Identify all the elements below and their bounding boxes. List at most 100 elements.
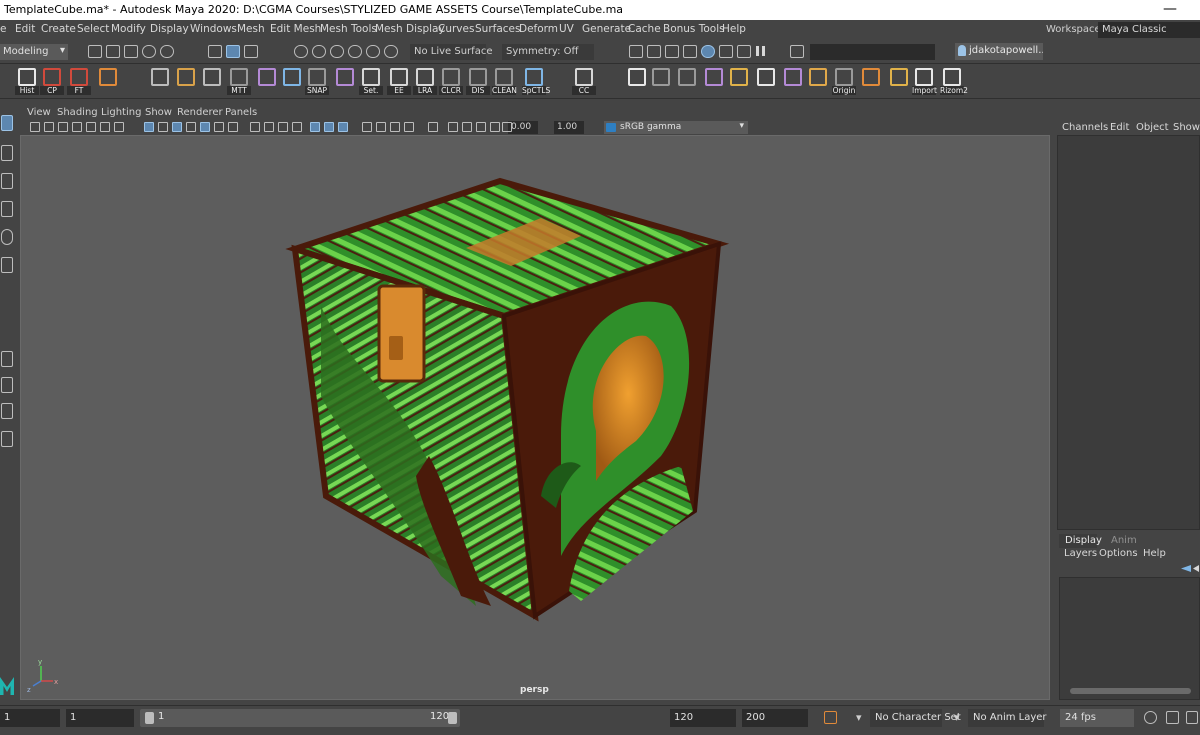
channel-box-menu-edit[interactable]: Edit (1110, 122, 1129, 133)
panel-tool-icon[interactable] (390, 122, 400, 132)
two-pane-layout-icon[interactable] (1, 403, 13, 419)
panel-tool-icon[interactable] (448, 122, 458, 132)
channel-box-menu-channels[interactable]: Channels (1062, 122, 1108, 133)
menu-file[interactable]: e (0, 23, 6, 35)
panel-tool-icon[interactable] (186, 122, 196, 132)
shelf-button-cc[interactable]: CC (572, 67, 596, 95)
panel-tool-icon[interactable] (476, 122, 486, 132)
chevron-down-icon[interactable]: ▾ (856, 711, 862, 724)
shelf-button-pencil[interactable] (174, 67, 198, 95)
select-hierarchy-icon[interactable] (208, 45, 222, 58)
panel-tool-icon[interactable] (490, 122, 500, 132)
lasso-tool-icon[interactable] (1, 145, 13, 161)
panel-tool-icon[interactable] (310, 122, 320, 132)
shelf-button-grid[interactable] (148, 67, 172, 95)
select-object-icon[interactable] (226, 45, 240, 58)
menu-modify[interactable]: Modify (111, 23, 146, 35)
panel-tool-icon[interactable] (228, 122, 238, 132)
panel-tool-icon[interactable] (172, 122, 182, 132)
render-setup-icon[interactable] (719, 45, 733, 58)
new-scene-icon[interactable] (88, 45, 102, 58)
menu-generate[interactable]: Generate (582, 23, 631, 35)
single-pane-layout-icon[interactable] (1, 351, 13, 367)
pause-icon[interactable] (754, 45, 768, 58)
shelf-button-mtt[interactable]: MTT (227, 67, 251, 95)
panel-tool-icon[interactable] (30, 122, 40, 132)
gamma-field[interactable]: 1.00 (554, 121, 584, 134)
snap-curve-icon[interactable] (312, 45, 326, 58)
shelf-button-hist[interactable]: Hist (15, 67, 39, 95)
render-settings-icon[interactable] (683, 45, 697, 58)
chevron-down-icon[interactable]: ▾ (954, 711, 960, 724)
horizontal-scrollbar[interactable] (1070, 688, 1191, 694)
shelf-button-clean[interactable]: CLEAN (492, 67, 517, 95)
textured-cube[interactable] (285, 177, 730, 622)
channel-box-menu-show[interactable]: Show (1173, 122, 1200, 133)
rotate-tool-icon[interactable] (1, 229, 13, 245)
shelf-button-uv-layout[interactable] (806, 67, 830, 95)
input-field-mode-icon[interactable] (790, 45, 804, 58)
anim-end-field[interactable]: 200 (742, 709, 808, 727)
menu-mesh-tools[interactable]: Mesh Tools (320, 23, 377, 35)
panel-tool-icon[interactable] (502, 122, 512, 132)
tab-display[interactable]: Display (1059, 534, 1102, 548)
shelf-button-diamond[interactable] (727, 67, 751, 95)
color-space-select[interactable]: sRGB gamma ▾ (604, 121, 748, 134)
panel-tool-icon[interactable] (338, 122, 348, 132)
shelf-button-edge[interactable] (255, 67, 279, 95)
anim-layer-select[interactable]: No Anim Layer (968, 709, 1047, 727)
shelf-button-blocks[interactable] (96, 67, 120, 95)
outliner-layout-icon[interactable] (1, 431, 13, 447)
panel-tool-icon[interactable] (214, 122, 224, 132)
shelf-button-spctls[interactable]: SpCTLS (522, 67, 550, 95)
range-end-field[interactable]: 120 (670, 709, 736, 727)
menu-select[interactable]: Select (77, 23, 109, 35)
shelf-button-asterisk[interactable] (280, 67, 304, 95)
snap-grid-icon[interactable] (294, 45, 308, 58)
paint-select-tool-icon[interactable] (1, 173, 13, 189)
menu-surfaces[interactable]: Surfaces (475, 23, 520, 35)
panel-tool-icon[interactable] (44, 122, 54, 132)
range-start-handle[interactable] (145, 712, 154, 724)
preferences-icon[interactable] (1186, 711, 1198, 724)
menu-edit[interactable]: Edit (15, 23, 35, 35)
menu-windows[interactable]: Windows (190, 23, 237, 35)
shelf-button-python[interactable] (754, 67, 778, 95)
menu-curves[interactable]: Curves (438, 23, 474, 35)
current-frame-field[interactable]: 1 (0, 709, 60, 727)
panel-menu-shading[interactable]: Shading (57, 107, 98, 118)
auto-key-icon[interactable] (824, 711, 837, 724)
menu-bonus-tools[interactable]: Bonus Tools (663, 23, 725, 35)
menu-uv[interactable]: UV (559, 23, 574, 35)
menu-edit-mesh[interactable]: Edit Mesh (270, 23, 321, 35)
open-scene-icon[interactable] (106, 45, 120, 58)
panel-tool-icon[interactable] (200, 122, 210, 132)
panel-tool-icon[interactable] (292, 122, 302, 132)
shelf-button-uv-stack[interactable] (887, 67, 911, 95)
panel-tool-icon[interactable] (362, 122, 372, 132)
shelf-button-set-[interactable]: Set. (359, 67, 383, 95)
panel-tool-icon[interactable] (144, 122, 154, 132)
redo-icon[interactable] (160, 45, 174, 58)
panel-tool-icon[interactable] (250, 122, 260, 132)
render-view-icon[interactable] (629, 45, 643, 58)
range-start-field[interactable]: 1 (66, 709, 134, 727)
layer-menu-layers[interactable]: Layers (1064, 548, 1097, 559)
move-tool-icon[interactable] (1, 201, 13, 217)
range-end-handle[interactable] (448, 712, 457, 724)
shelf-button-import[interactable]: Import (912, 67, 937, 95)
ipr-render-icon[interactable] (665, 45, 679, 58)
menu-help[interactable]: Help (722, 23, 746, 35)
fps-select[interactable]: 24 fps (1060, 709, 1134, 727)
shelf-button-python[interactable] (625, 67, 649, 95)
layer-menu-help[interactable]: Help (1143, 548, 1166, 559)
snap-surface-icon[interactable] (366, 45, 380, 58)
select-component-icon[interactable] (244, 45, 258, 58)
shelf-button-rizom2[interactable]: Rizom2 (940, 67, 968, 95)
tab-anim[interactable]: Anim (1111, 534, 1137, 547)
layer-menu-options[interactable]: Options (1099, 548, 1138, 559)
panel-tool-icon[interactable] (100, 122, 110, 132)
panel-tool-icon[interactable] (462, 122, 472, 132)
snap-point-icon[interactable] (330, 45, 344, 58)
shelf-button-ft[interactable]: FT (67, 67, 91, 95)
